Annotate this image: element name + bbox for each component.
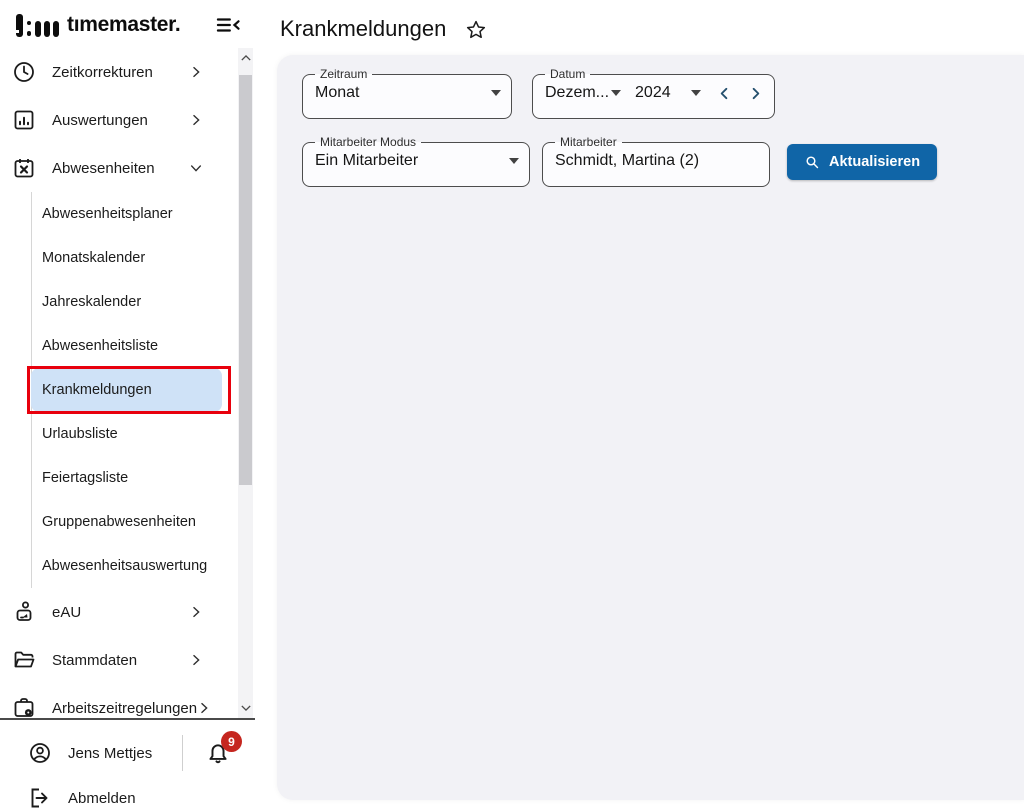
aktualisieren-button[interactable]: Aktualisieren — [787, 144, 937, 180]
chevron-down-icon — [189, 161, 203, 175]
sidebar-subitem-abwesenheitsauswertung[interactable]: Abwesenheitsauswertung — [31, 544, 222, 588]
sidebar-subitem-abwesenheitsplaner[interactable]: Abwesenheitsplaner — [31, 192, 222, 236]
sidebar-item-auswertungen[interactable]: Auswertungen — [0, 96, 237, 144]
sidebar-subitem-monatskalender[interactable]: Monatskalender — [31, 236, 222, 280]
chevron-left-icon — [717, 86, 732, 101]
mitarbeiter-value: Schmidt, Martina (2) — [555, 152, 699, 170]
mitarbeiter-label: Mitarbeiter — [555, 136, 622, 149]
sidebar-item-stammdaten[interactable]: Stammdaten — [0, 636, 237, 684]
bar-chart-icon — [12, 108, 36, 132]
sidebar-subitem-feiertagsliste[interactable]: Feiertagsliste — [31, 456, 222, 500]
mitarbeiter-modus-select[interactable]: Mitarbeiter Modus Ein Mitarbeiter — [302, 136, 530, 187]
notification-badge: 9 — [221, 731, 242, 752]
person-circle-icon — [28, 741, 52, 765]
chevron-right-icon — [189, 113, 203, 127]
favorite-star-icon[interactable] — [464, 18, 488, 42]
search-icon — [804, 154, 820, 170]
next-period-button[interactable] — [748, 86, 763, 101]
mitarbeiter-modus-label: Mitarbeiter Modus — [315, 136, 421, 149]
scroll-down-icon[interactable] — [238, 700, 253, 716]
sidebar-item-zeitkorrekturen[interactable]: Zeitkorrekturen — [0, 48, 237, 96]
zeitraum-value: Monat — [315, 84, 359, 102]
collapse-sidebar-icon[interactable] — [213, 12, 243, 38]
scrollbar-thumb[interactable] — [239, 75, 252, 485]
scroll-up-icon[interactable] — [238, 50, 253, 66]
calendar-x-icon — [12, 156, 36, 180]
caret-down-icon — [691, 90, 701, 96]
footer-divider — [182, 735, 183, 771]
year-select[interactable]: 2024 — [635, 84, 701, 102]
user-menu[interactable]: Jens Mettjes 9 — [0, 732, 255, 774]
chevron-right-icon — [189, 65, 203, 79]
caret-down-icon — [611, 90, 621, 96]
app-logo: tımemaster. — [16, 13, 180, 37]
sidebar-footer: Jens Mettjes 9 Abmelden — [0, 718, 255, 800]
chevron-right-icon — [748, 86, 763, 101]
app-logo-text: tımemaster. — [67, 13, 180, 37]
folder-open-icon — [12, 648, 36, 672]
clock-icon — [12, 60, 36, 84]
sidebar: tımemaster. Zeitkorrekturen — [0, 0, 255, 800]
caret-down-icon — [509, 158, 519, 164]
mitarbeiter-modus-value: Ein Mitarbeiter — [315, 152, 418, 170]
sidebar-subitem-abwesenheitsliste[interactable]: Abwesenheitsliste — [31, 324, 222, 368]
zeitraum-select[interactable]: Zeitraum Monat — [302, 68, 512, 119]
datum-field: Datum Dezem... 2024 — [532, 68, 775, 119]
sidebar-item-arbeitszeitregelungen[interactable]: Arbeitszeitregelungen — [0, 684, 237, 718]
sidebar-item-eau[interactable]: eAU — [0, 588, 237, 636]
person-report-icon — [12, 600, 36, 624]
main-header: Krankmeldungen — [255, 0, 1024, 42]
datum-label: Datum — [545, 68, 590, 81]
filter-bar: Zeitraum Monat Datum Dezem... 2 — [277, 55, 1024, 187]
logout-button[interactable]: Abmelden — [0, 786, 255, 810]
timemaster-logo-icon — [16, 14, 59, 37]
sidebar-subitem-jahreskalender[interactable]: Jahreskalender — [31, 280, 222, 324]
page-title: Krankmeldungen — [280, 16, 446, 42]
main-content: Krankmeldungen Zeitraum Monat Datum — [255, 0, 1024, 800]
logo-row: tımemaster. — [16, 10, 243, 40]
caret-down-icon — [491, 90, 501, 96]
sidebar-item-abwesenheiten[interactable]: Abwesenheiten — [0, 144, 237, 192]
chevron-right-icon — [189, 653, 203, 667]
mitarbeiter-input[interactable]: Mitarbeiter Schmidt, Martina (2) — [542, 136, 770, 187]
abwesenheiten-submenu: Abwesenheitsplaner Monatskalender Jahres… — [31, 192, 237, 588]
chevron-right-icon — [189, 605, 203, 619]
month-select[interactable]: Dezem... — [545, 84, 621, 102]
content-panel: Zeitraum Monat Datum Dezem... 2 — [277, 55, 1024, 800]
chevron-right-icon — [197, 701, 211, 715]
sidebar-subitem-krankmeldungen[interactable]: Krankmeldungen — [31, 368, 222, 412]
zeitraum-label: Zeitraum — [315, 68, 372, 81]
notifications-button[interactable]: 9 — [205, 740, 231, 766]
previous-period-button[interactable] — [717, 86, 732, 101]
sidebar-nav: Zeitkorrekturen Auswertungen — [0, 48, 237, 718]
sidebar-scrollbar[interactable] — [238, 48, 253, 718]
user-name: Jens Mettjes — [68, 745, 152, 762]
briefcase-clock-icon — [12, 696, 36, 718]
logout-icon — [28, 786, 52, 810]
sidebar-subitem-gruppenabwesenheiten[interactable]: Gruppenabwesenheiten — [31, 500, 222, 544]
sidebar-subitem-urlaubsliste[interactable]: Urlaubsliste — [31, 412, 222, 456]
